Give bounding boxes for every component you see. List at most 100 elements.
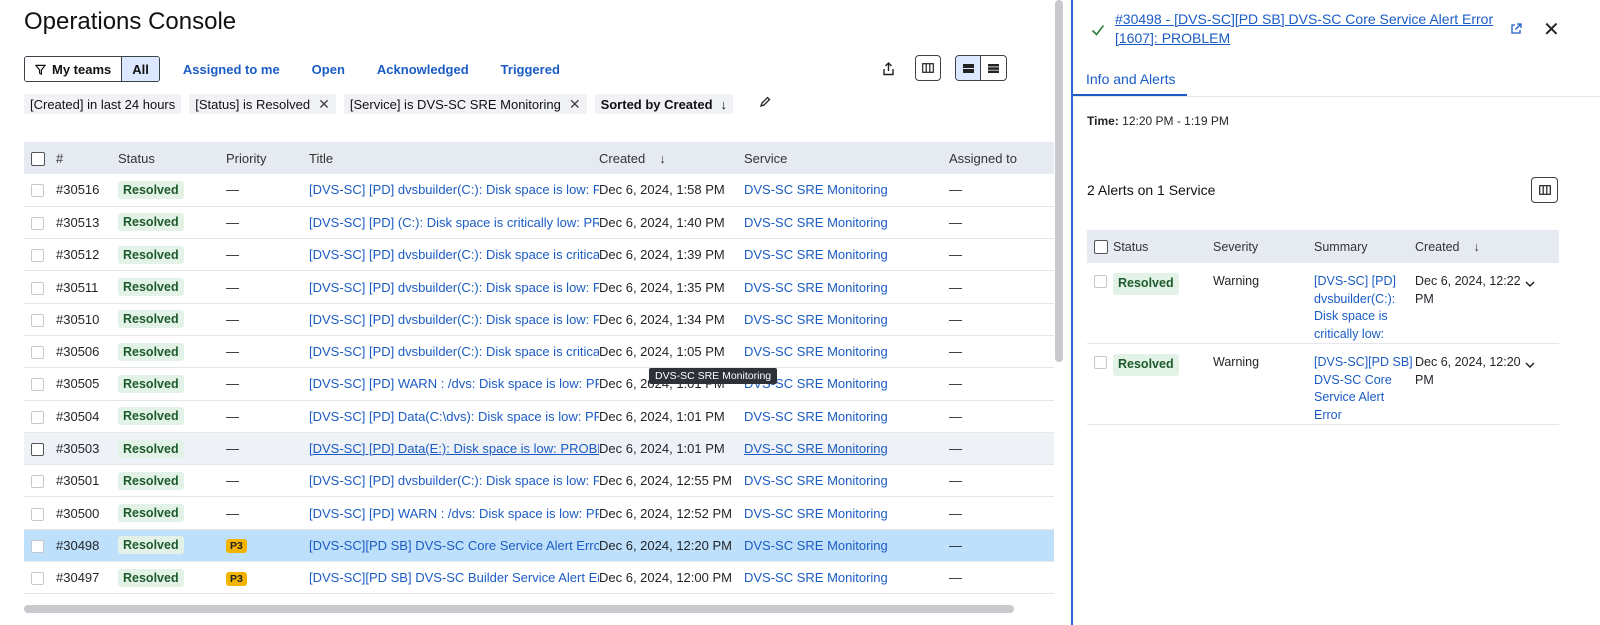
service-link[interactable]: DVS-SC SRE Monitoring: [744, 473, 888, 488]
service-link[interactable]: DVS-SC SRE Monitoring: [744, 441, 888, 456]
alerts-col-created-label: Created: [1415, 239, 1460, 254]
row-checkbox[interactable]: [31, 184, 44, 198]
alerts-columns-button[interactable]: [1531, 177, 1558, 203]
filter-chip-service[interactable]: [Service] is DVS-SC SRE Monitoring ✕: [343, 94, 587, 114]
row-checkbox[interactable]: [31, 378, 44, 392]
close-panel-icon[interactable]: ✕: [1543, 17, 1560, 42]
table-row[interactable]: #30511 Resolved — [DVS-SC] [PD] dvsbuilder(…: [24, 271, 1054, 304]
incident-title-link[interactable]: [DVS-SC] [PD] dvsbuilder(C:): Disk space…: [309, 312, 599, 327]
remove-chip-icon[interactable]: ✕: [569, 96, 581, 113]
assigned-to-value: —: [949, 570, 962, 586]
row-checkbox[interactable]: [31, 216, 44, 230]
alerts-col-status[interactable]: Status: [1113, 230, 1213, 263]
alert-row[interactable]: Resolved Warning [DVS-SC] [PD] dvsbuilder(…: [1087, 263, 1559, 344]
alert-summary-link[interactable]: [DVS-SC][PD SB] DVS-SC Core Service Aler…: [1314, 355, 1413, 422]
density-comfortable-button[interactable]: [956, 56, 981, 80]
row-checkbox[interactable]: [31, 507, 44, 521]
filter-chip-created[interactable]: [Created] in last 24 hours: [24, 94, 182, 114]
open-external-icon[interactable]: [1510, 22, 1522, 40]
sort-chip[interactable]: Sorted by Created ↓: [594, 94, 734, 114]
table-row[interactable]: #30505 Resolved — [DVS-SC] [PD] WARN : /dvs…: [24, 368, 1054, 401]
incident-title-link[interactable]: [DVS-SC] [PD] WARN : /dvs: Disk space is…: [309, 376, 599, 391]
density-compact-button[interactable]: [981, 56, 1006, 80]
table-row[interactable]: #30504 Resolved — [DVS-SC] [PD] Data(C:\dvs…: [24, 400, 1054, 433]
row-checkbox[interactable]: [31, 539, 44, 553]
service-link[interactable]: DVS-SC SRE Monitoring: [744, 280, 888, 295]
incident-title-link[interactable]: [DVS-SC] [PD] (C:): Disk space is critic…: [309, 215, 599, 230]
select-all-alerts-checkbox[interactable]: [1094, 239, 1108, 254]
incident-title-link[interactable]: [DVS-SC][PD SB] DVS-SC Core Service Aler…: [309, 538, 599, 553]
row-checkbox[interactable]: [31, 346, 44, 360]
columns-button[interactable]: [915, 55, 941, 81]
row-checkbox[interactable]: [31, 475, 44, 489]
service-link[interactable]: DVS-SC SRE Monitoring: [744, 215, 888, 230]
incident-title-link[interactable]: #30498 - [DVS-SC][PD SB] DVS-SC Core Ser…: [1115, 10, 1511, 48]
col-service[interactable]: Service: [744, 142, 949, 174]
tab-open[interactable]: Open: [312, 62, 345, 77]
incident-title-link[interactable]: [DVS-SC] [PD] Data(E:): Disk space is lo…: [309, 441, 599, 456]
col-status[interactable]: Status: [118, 142, 226, 174]
tab-info-and-alerts[interactable]: Info and Alerts: [1073, 62, 1187, 96]
alert-summary-link[interactable]: [DVS-SC] [PD] dvsbuilder(C:): Disk space…: [1314, 274, 1396, 341]
horizontal-scrollbar[interactable]: [24, 605, 1014, 613]
table-row[interactable]: #30512 Resolved — [DVS-SC] [PD] dvsbuilder(…: [24, 239, 1054, 271]
row-checkbox[interactable]: [31, 443, 44, 457]
incident-title-link[interactable]: [DVS-SC] [PD] Data(C:\dvs): Disk space i…: [309, 409, 599, 424]
incident-title-link[interactable]: [DVS-SC] [PD] WARN : /dvs: Disk space is…: [309, 506, 599, 521]
row-checkbox[interactable]: [31, 281, 44, 295]
table-row[interactable]: #30498 Resolved P3 [DVS-SC][PD SB] DVS-SC C…: [24, 529, 1054, 562]
service-link[interactable]: DVS-SC SRE Monitoring: [744, 538, 888, 553]
all-teams-button[interactable]: All: [122, 57, 159, 81]
alert-checkbox[interactable]: [1094, 275, 1107, 289]
assigned-to-value: —: [949, 537, 962, 553]
row-checkbox[interactable]: [31, 313, 44, 327]
table-row[interactable]: #30503 Resolved — [DVS-SC] [PD] Data(E:): D…: [24, 432, 1054, 465]
col-priority[interactable]: Priority: [226, 142, 309, 174]
table-row[interactable]: #30510 Resolved — [DVS-SC] [PD] dvsbuilder(…: [24, 303, 1054, 336]
alerts-col-summary[interactable]: Summary: [1314, 230, 1415, 263]
table-row[interactable]: #30506 Resolved — [DVS-SC] [PD] dvsbuilder(…: [24, 335, 1054, 368]
alerts-col-created[interactable]: Created ↓: [1415, 230, 1525, 263]
incident-title-link[interactable]: [DVS-SC] [PD] dvsbuilder(C:): Disk space…: [309, 344, 599, 359]
table-row[interactable]: #30513 Resolved — [DVS-SC] [PD] (C:): Disk …: [24, 206, 1054, 239]
chevron-down-icon[interactable]: [1525, 362, 1535, 369]
assigned-to-value: —: [949, 376, 962, 392]
service-link[interactable]: DVS-SC SRE Monitoring: [744, 182, 888, 197]
service-link[interactable]: DVS-SC SRE Monitoring: [744, 344, 888, 359]
service-link[interactable]: DVS-SC SRE Monitoring: [744, 312, 888, 327]
alert-checkbox[interactable]: [1094, 356, 1107, 370]
my-teams-button[interactable]: My teams: [25, 57, 123, 81]
row-checkbox[interactable]: [31, 410, 44, 424]
table-row[interactable]: #30516 Resolved — [DVS-SC] [PD] dvsbuilder(…: [24, 174, 1054, 207]
service-link[interactable]: DVS-SC SRE Monitoring: [744, 409, 888, 424]
incident-title-link[interactable]: [DVS-SC] [PD] dvsbuilder(C:): Disk space…: [309, 247, 599, 262]
alerts-col-severity[interactable]: Severity: [1213, 230, 1314, 263]
share-button[interactable]: [877, 58, 899, 80]
tab-assigned-to-me[interactable]: Assigned to me: [183, 62, 280, 77]
table-row[interactable]: #30497 Resolved P3 [DVS-SC][PD SB] DVS-SC B…: [24, 562, 1054, 594]
table-row[interactable]: #30501 Resolved — [DVS-SC] [PD] dvsbuilder(…: [24, 465, 1054, 497]
incident-title-link[interactable]: [DVS-SC] [PD] dvsbuilder(C:): Disk space…: [309, 473, 599, 488]
vertical-scrollbar[interactable]: [1055, 0, 1063, 362]
service-link[interactable]: DVS-SC SRE Monitoring: [744, 247, 888, 262]
col-assigned-to[interactable]: Assigned to: [949, 142, 1054, 174]
row-checkbox[interactable]: [31, 572, 44, 586]
select-all-checkbox[interactable]: [31, 151, 45, 166]
row-checkbox[interactable]: [31, 249, 44, 263]
table-row[interactable]: #30500 Resolved — [DVS-SC] [PD] WARN : /dvs…: [24, 497, 1054, 530]
col-created[interactable]: Created ↓: [599, 142, 744, 174]
service-link[interactable]: DVS-SC SRE Monitoring: [744, 506, 888, 521]
service-link[interactable]: DVS-SC SRE Monitoring: [744, 570, 888, 585]
incident-title-link[interactable]: [DVS-SC] [PD] dvsbuilder(C:): Disk space…: [309, 280, 599, 295]
tab-triggered[interactable]: Triggered: [501, 62, 560, 77]
tab-acknowledged[interactable]: Acknowledged: [377, 62, 469, 77]
remove-chip-icon[interactable]: ✕: [318, 96, 330, 113]
assigned-to-value: —: [949, 182, 962, 198]
alert-row[interactable]: Resolved Warning [DVS-SC][PD SB] DVS-SC Co…: [1087, 344, 1559, 425]
col-title[interactable]: Title: [309, 142, 599, 174]
edit-filters-icon[interactable]: [759, 95, 771, 113]
incident-title-link[interactable]: [DVS-SC][PD SB] DVS-SC Builder Service A…: [309, 570, 599, 585]
filter-chip-status[interactable]: [Status] is Resolved ✕: [189, 94, 336, 114]
incident-title-link[interactable]: [DVS-SC] [PD] dvsbuilder(C:): Disk space…: [309, 182, 599, 197]
chevron-down-icon[interactable]: [1525, 281, 1535, 288]
